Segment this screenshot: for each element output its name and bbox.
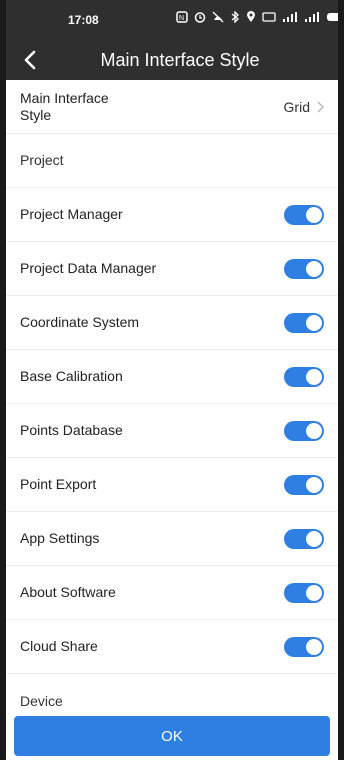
- main-interface-style-row[interactable]: Main Interface Style Grid: [6, 80, 338, 134]
- battery-icon: [327, 13, 338, 21]
- app-bar: Main Interface Style: [6, 40, 338, 80]
- item-label: About Software: [20, 584, 116, 600]
- toggle-switch[interactable]: [284, 258, 324, 279]
- page-title: Main Interface Style: [100, 50, 260, 70]
- footer: OK: [6, 714, 338, 760]
- toggle-switch[interactable]: [284, 636, 324, 657]
- list-item: Cloud Share: [6, 620, 338, 674]
- item-label: Base Calibration: [20, 368, 123, 384]
- status-time: 17:08: [68, 13, 99, 27]
- list-item: Coordinate System: [6, 296, 338, 350]
- toggle-knob: [306, 314, 322, 331]
- list-item: Point Export: [6, 458, 338, 512]
- item-label: Point Export: [20, 476, 97, 492]
- section-title-device: Device: [20, 692, 63, 709]
- main-interface-style-value-group: Grid: [284, 99, 324, 115]
- toggle-switch[interactable]: [284, 528, 324, 549]
- section-header-project: Project: [6, 134, 338, 188]
- item-label: App Settings: [20, 530, 100, 546]
- chevron-right-icon: [317, 100, 324, 113]
- bluetooth-icon: [231, 11, 239, 23]
- toggle-switch[interactable]: [284, 312, 324, 333]
- toggle-switch[interactable]: [284, 366, 324, 387]
- toggle-switch[interactable]: [284, 474, 324, 495]
- settings-list: Main Interface Style Grid Project Projec…: [6, 80, 338, 728]
- toggle-switch[interactable]: [284, 420, 324, 441]
- toggle-knob: [306, 638, 322, 655]
- mute-icon: [212, 11, 224, 23]
- hd-icon: [262, 12, 276, 22]
- list-item: Project Data Manager: [6, 242, 338, 296]
- list-item: App Settings: [6, 512, 338, 566]
- list-item: Base Calibration: [6, 350, 338, 404]
- status-bar: 17:08 N: [6, 0, 338, 40]
- main-interface-style-label: Main Interface Style: [20, 89, 109, 123]
- status-icons: N: [176, 11, 338, 23]
- svg-text:N: N: [179, 15, 184, 22]
- location-icon: [247, 11, 255, 22]
- toggle-knob: [306, 422, 322, 439]
- toggle-knob: [306, 476, 322, 493]
- list-item: Project Manager: [6, 188, 338, 242]
- item-label: Cloud Share: [20, 638, 98, 654]
- toggle-knob: [306, 206, 322, 223]
- signal-icon-2: [305, 12, 319, 22]
- section-title-project: Project: [20, 152, 64, 168]
- item-label: Project Manager: [20, 206, 123, 222]
- phone-screen: 17:08 N Main Interface Style Main Interf…: [6, 0, 338, 760]
- toggle-knob: [306, 368, 322, 385]
- ok-button[interactable]: OK: [14, 716, 330, 756]
- nfc-icon: N: [176, 11, 188, 23]
- signal-icon: [283, 12, 297, 22]
- item-label: Coordinate System: [20, 314, 140, 330]
- item-label: Project Data Manager: [20, 260, 157, 276]
- toggle-switch[interactable]: [284, 582, 324, 603]
- toggle-knob: [306, 260, 322, 277]
- alarm-icon: [194, 12, 206, 23]
- toggle-switch[interactable]: [284, 204, 324, 225]
- list-item: About Software: [6, 566, 338, 620]
- toggle-knob: [306, 530, 322, 547]
- item-label: Points Database: [20, 422, 123, 438]
- toggle-knob: [306, 584, 322, 601]
- main-interface-style-value: Grid: [283, 98, 310, 115]
- list-item: Points Database: [6, 404, 338, 458]
